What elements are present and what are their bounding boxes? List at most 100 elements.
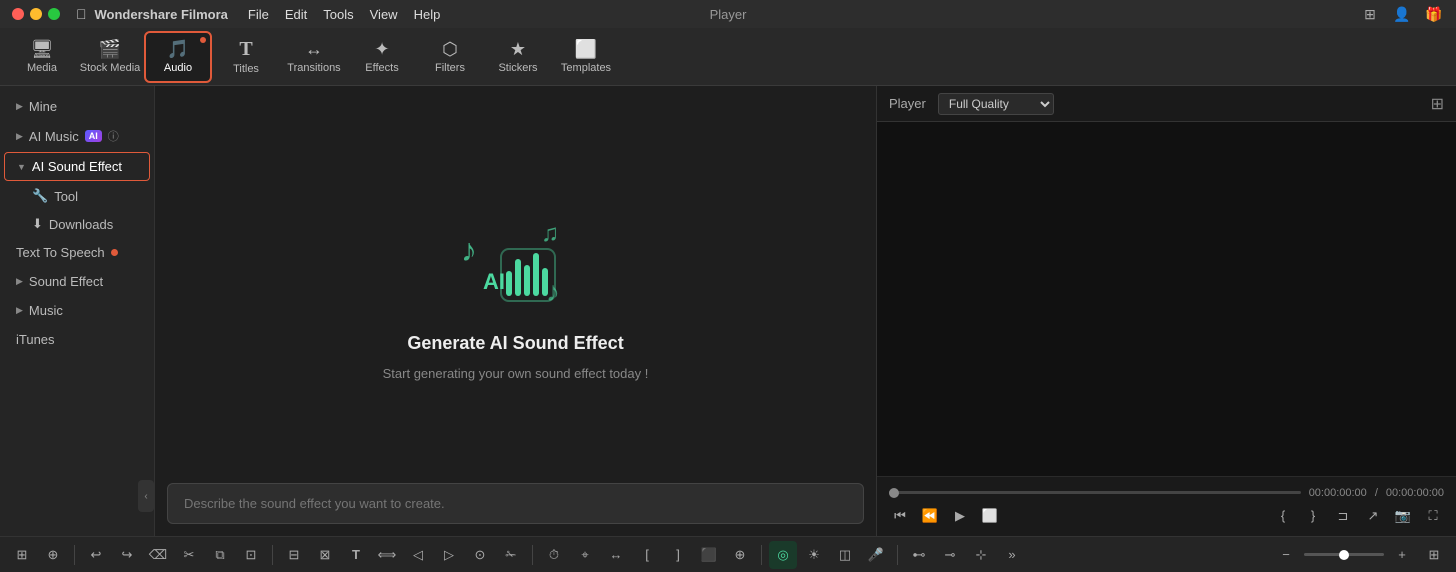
toolbar-audio[interactable]: 🎵 Audio xyxy=(144,31,212,83)
toolbar-media[interactable]: 🖥 Media xyxy=(8,31,76,83)
zoom-out-button[interactable]: − xyxy=(1272,541,1300,569)
delete-button[interactable]: ⌫ xyxy=(144,541,172,569)
chevron-right-icon: ▶ xyxy=(16,276,23,287)
sidebar-mine-label: Mine xyxy=(29,99,57,114)
minimize-button[interactable] xyxy=(30,8,42,20)
progress-thumb[interactable] xyxy=(889,488,899,498)
trim-start-button[interactable]: [ xyxy=(633,541,661,569)
control-buttons: ⏮ ⏪ ▶ ⬜ { } ⊐ ↗ 📷 ⛶ xyxy=(889,505,1444,527)
transitions-icon: ↔ xyxy=(305,39,323,60)
color-match-button[interactable]: ⬛ xyxy=(695,541,723,569)
separator xyxy=(74,545,75,565)
undo-button[interactable]: ↩ xyxy=(82,541,110,569)
sidebar-downloads-label: Downloads xyxy=(49,217,113,232)
user-avatar-icon[interactable]: 👤 xyxy=(1392,4,1412,24)
screen-mirror-icon[interactable]: ⊞ xyxy=(1360,4,1380,24)
maximize-button[interactable] xyxy=(48,8,60,20)
menu-edit[interactable]: Edit xyxy=(285,7,307,22)
zoom-slider[interactable] xyxy=(1304,553,1384,556)
progress-bar[interactable] xyxy=(889,491,1301,494)
prompt-input-area xyxy=(167,483,864,524)
menu-file[interactable]: File xyxy=(248,7,269,22)
camera-icon[interactable]: 📷 xyxy=(1392,505,1414,527)
mask-button[interactable]: ◫ xyxy=(831,541,859,569)
download-icon: ⬇ xyxy=(32,216,43,232)
ai-portrait-button[interactable]: ⊹ xyxy=(967,541,995,569)
mark-in-icon[interactable]: { xyxy=(1272,505,1294,527)
svg-text:♪: ♪ xyxy=(546,276,560,307)
quality-select[interactable]: Full Quality Half Quality Quarter Qualit… xyxy=(938,93,1054,115)
motion-track-button[interactable]: ⊕ xyxy=(39,541,67,569)
new-dot xyxy=(111,249,118,256)
redo-button[interactable]: ↪ xyxy=(113,541,141,569)
group-button[interactable]: ⊟ xyxy=(280,541,308,569)
sidebar-item-ai-sound-effect[interactable]: ▼ AI Sound Effect xyxy=(4,152,150,181)
player-panel: Player Full Quality Half Quality Quarter… xyxy=(876,86,1456,536)
sidebar-item-text-to-speech[interactable]: Text To Speech xyxy=(4,239,150,266)
sidebar-item-downloads[interactable]: ⬇ Downloads xyxy=(4,211,150,237)
sidebar-item-tool[interactable]: 🔧 Tool xyxy=(4,183,150,209)
paste-special-button[interactable]: ⊡ xyxy=(237,541,265,569)
track-motion-button[interactable]: ⊷ xyxy=(905,541,933,569)
chevron-right-icon: ▶ xyxy=(16,131,23,142)
trim-icon[interactable]: ⊐ xyxy=(1332,505,1354,527)
sidebar-item-mine[interactable]: ▶ Mine xyxy=(4,93,150,120)
toolbar-transitions[interactable]: ↔ Transitions xyxy=(280,31,348,83)
scene-detect-button[interactable]: ⊞ xyxy=(8,541,36,569)
crop-button[interactable]: ✁ xyxy=(497,541,525,569)
sidebar-item-ai-music[interactable]: ▶ AI Music AI ⓘ xyxy=(4,122,150,150)
apple-menu[interactable]:  xyxy=(76,6,87,22)
play-button[interactable]: ▶ xyxy=(949,505,971,527)
stickers-icon: ★ xyxy=(510,39,526,60)
gift-icon[interactable]: 🎁 xyxy=(1424,4,1444,24)
export-frame-icon[interactable]: ↗ xyxy=(1362,505,1384,527)
mic-button[interactable]: 🎤 xyxy=(862,541,890,569)
cut-button[interactable]: ✂ xyxy=(175,541,203,569)
toolbar-stickers[interactable]: ★ Stickers xyxy=(484,31,552,83)
mark-out-icon[interactable]: } xyxy=(1302,505,1324,527)
toolbar-templates[interactable]: ⬜ Templates xyxy=(552,31,620,83)
toolbar-filters-label: Filters xyxy=(435,62,465,74)
menu-tools[interactable]: Tools xyxy=(323,7,353,22)
more-tools-button[interactable]: » xyxy=(998,541,1026,569)
ungroup-button[interactable]: ⊠ xyxy=(311,541,339,569)
toolbar-stock-media[interactable]: 🎬 Stock Media xyxy=(76,31,144,83)
zoom-in-button[interactable]: + xyxy=(1388,541,1416,569)
text-tool-button[interactable]: T xyxy=(342,541,370,569)
menu-view[interactable]: View xyxy=(370,7,398,22)
copy-button[interactable]: ⧉ xyxy=(206,541,234,569)
next-edit-button[interactable]: ▷ xyxy=(435,541,463,569)
ripple-edit-button[interactable]: ⟺ xyxy=(373,541,401,569)
speed-button[interactable]: ⏱ xyxy=(540,541,568,569)
time-total: 00:00:00:00 xyxy=(1386,487,1444,499)
snapshot-button[interactable]: ⬜ xyxy=(979,505,1001,527)
close-button[interactable] xyxy=(12,8,24,20)
separator xyxy=(272,545,273,565)
grid-layout-button[interactable]: ⊞ xyxy=(1420,541,1448,569)
player-layout-icon[interactable]: ⊞ xyxy=(1431,94,1444,114)
sidebar-item-music[interactable]: ▶ Music xyxy=(4,297,150,324)
toolbar-effects[interactable]: ✦ Effects xyxy=(348,31,416,83)
frame-back-button[interactable]: ⏪ xyxy=(919,505,941,527)
menu-help[interactable]: Help xyxy=(414,7,441,22)
zoom-thumb[interactable] xyxy=(1339,550,1349,560)
window-title: Player xyxy=(710,7,747,22)
skip-back-button[interactable]: ⏮ xyxy=(889,505,911,527)
transform-button[interactable]: ⊕ xyxy=(726,541,754,569)
sidebar-item-itunes[interactable]: iTunes xyxy=(4,326,150,353)
prompt-input[interactable] xyxy=(167,483,864,524)
toolbar-filters[interactable]: ⬡ Filters xyxy=(416,31,484,83)
audio-stretch-button[interactable]: ↔ xyxy=(602,541,630,569)
trim-end-button[interactable]: ] xyxy=(664,541,692,569)
sidebar-item-sound-effect[interactable]: ▶ Sound Effect xyxy=(4,268,150,295)
toolbar-titles[interactable]: T Titles xyxy=(212,31,280,83)
stabilize-button[interactable]: ⌖ xyxy=(571,541,599,569)
color-grade-button[interactable]: ☀ xyxy=(800,541,828,569)
main-layout: ▶ Mine ▶ AI Music AI ⓘ ▼ AI Sound Effect… xyxy=(0,86,1456,536)
zoom-to-fit-button[interactable]: ⊙ xyxy=(466,541,494,569)
ai-enhance-button[interactable]: ◎ xyxy=(769,541,797,569)
fullscreen-icon[interactable]: ⛶ xyxy=(1422,505,1444,527)
sidebar-collapse-button[interactable]: ‹ xyxy=(138,480,154,512)
stabilizer2-button[interactable]: ⊸ xyxy=(936,541,964,569)
prev-edit-button[interactable]: ◁ xyxy=(404,541,432,569)
